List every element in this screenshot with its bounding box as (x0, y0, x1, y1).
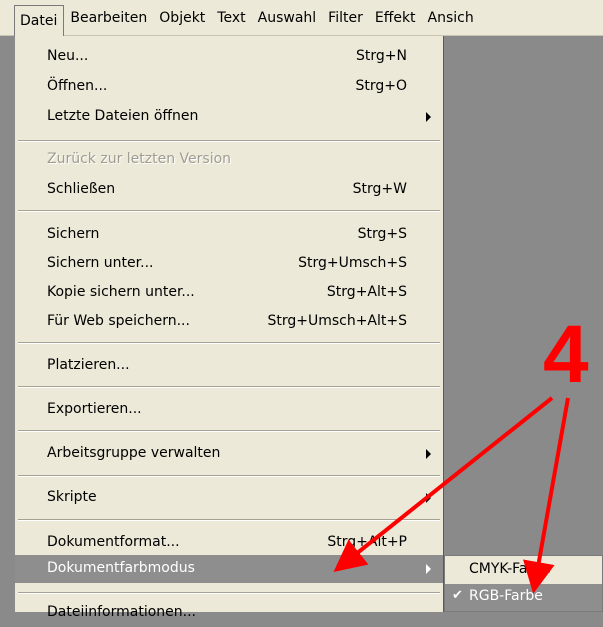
annotation-step-number: 4 (543, 309, 589, 400)
annotation-arrow-left (333, 396, 554, 572)
annotation-arrow-right (523, 397, 570, 594)
annotation-arrows (333, 396, 570, 594)
